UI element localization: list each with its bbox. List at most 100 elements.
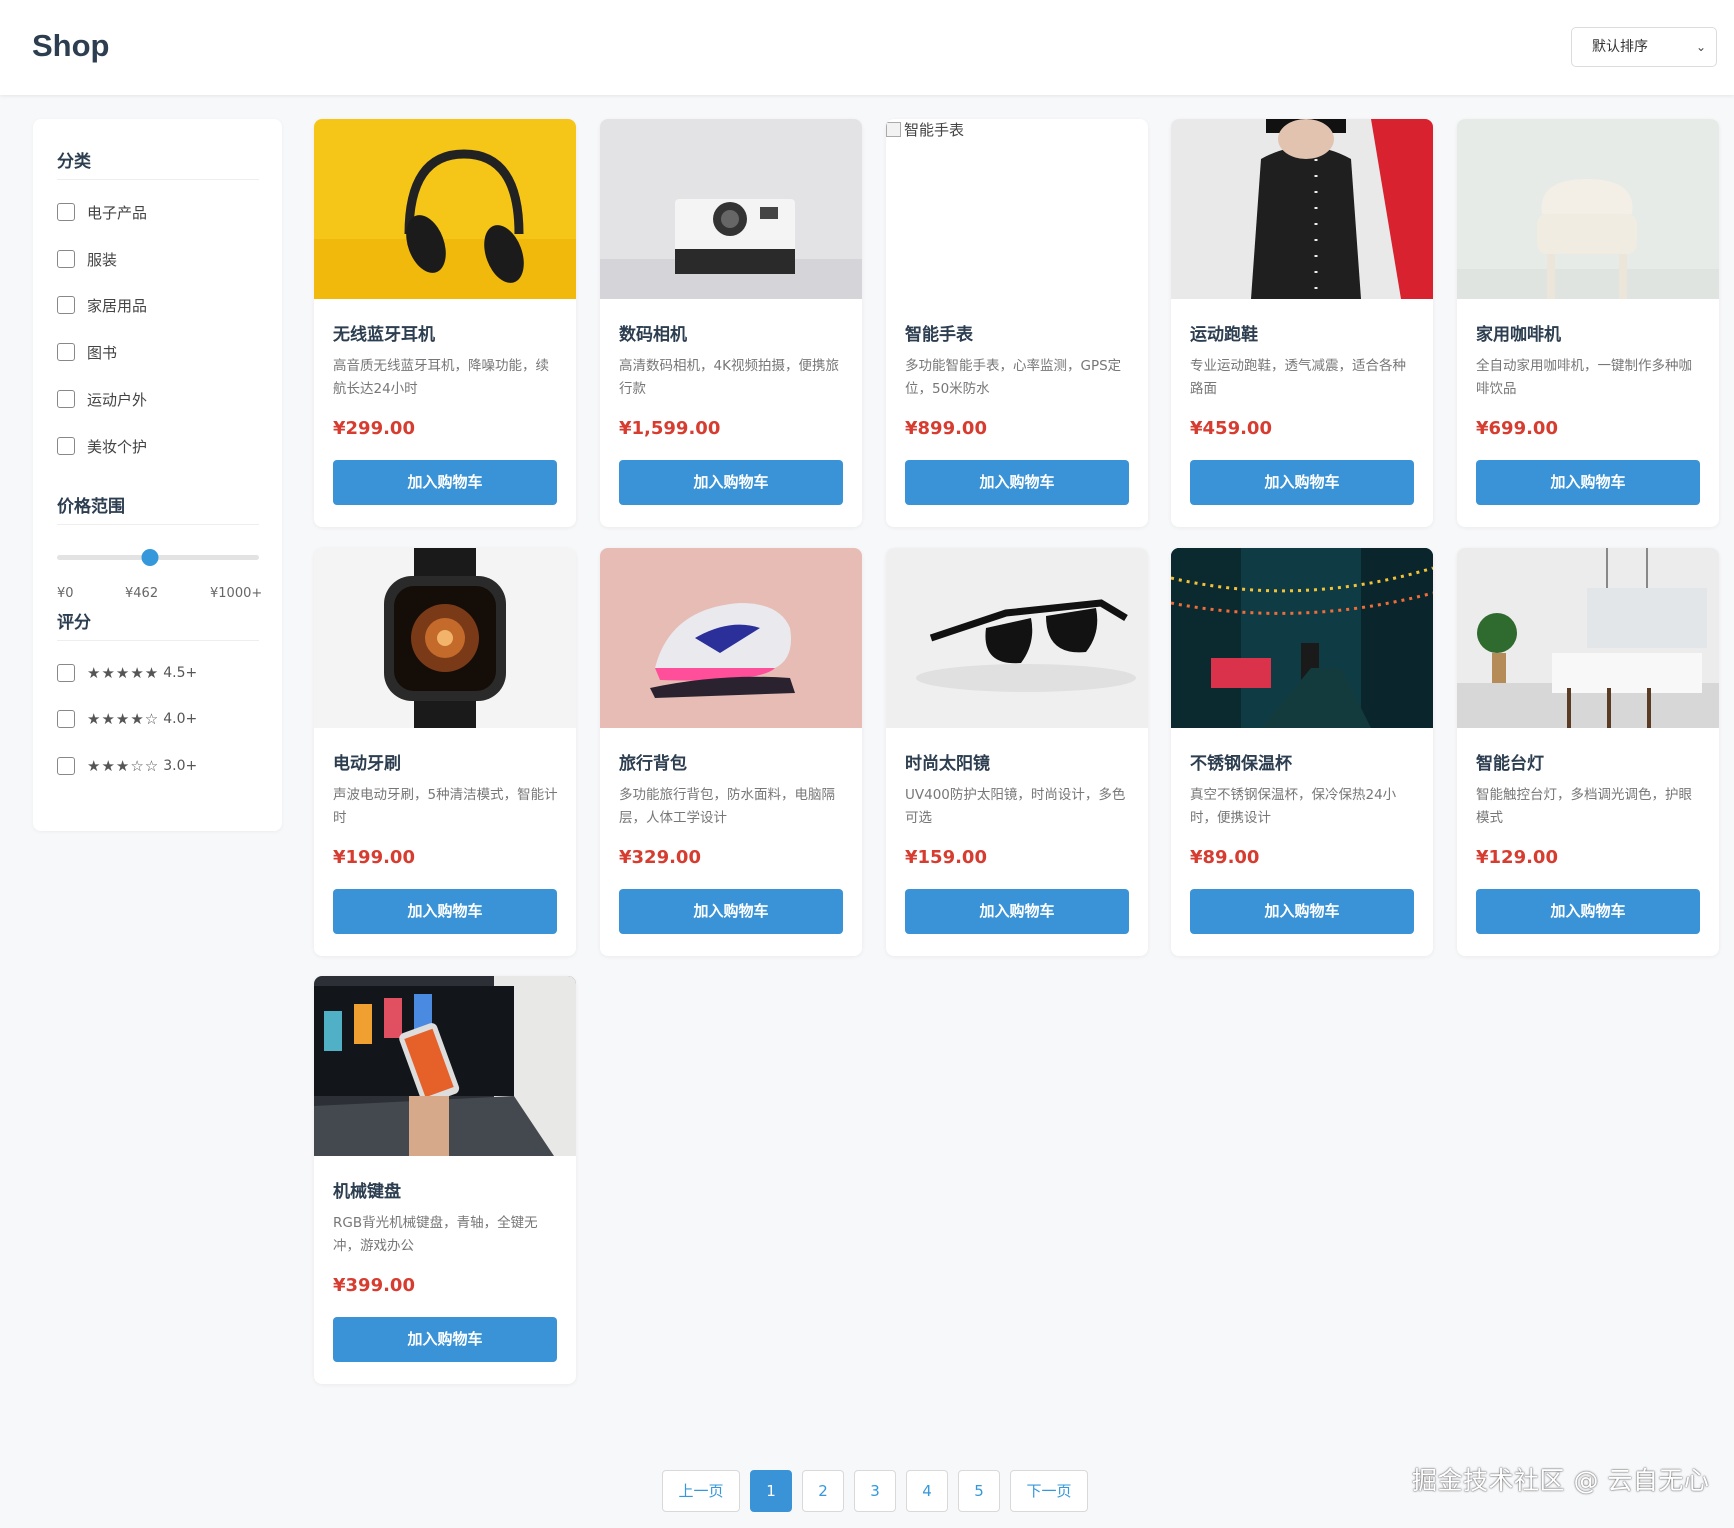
price-slider[interactable] xyxy=(57,549,259,566)
product-name[interactable]: 时尚太阳镜 xyxy=(905,749,990,774)
add-to-cart-button[interactable]: 加入购物车 xyxy=(1476,889,1700,934)
kitchen-photo xyxy=(1457,548,1719,728)
price-min-label: ¥0 xyxy=(57,586,74,601)
product-image[interactable] xyxy=(1171,119,1433,299)
page-button-5[interactable]: 5 xyxy=(958,1470,1000,1512)
product-card[interactable]: 智能手表 智能手表 多功能智能手表，心率监测，GPS定位，50米防水 ¥899.00 加… xyxy=(886,119,1148,527)
add-to-cart-button[interactable]: 加入购物车 xyxy=(905,460,1129,505)
product-name[interactable]: 运动跑鞋 xyxy=(1190,320,1258,345)
product-card[interactable]: 运动跑鞋 专业运动跑鞋，透气减震，适合各种路面 ¥459.00 加入购物车 xyxy=(1171,119,1433,527)
divider xyxy=(57,179,259,180)
product-card[interactable]: 时尚太阳镜 UV400防护太阳镜，时尚设计，多色可选 ¥159.00 加入购物车 xyxy=(886,548,1148,956)
rating-title: 评分 xyxy=(57,613,91,633)
price-range-title: 价格范围 xyxy=(57,497,125,517)
chevron-down-icon: ⌄ xyxy=(1695,40,1706,54)
category-item[interactable]: 家居用品 xyxy=(57,294,147,316)
product-card[interactable]: 智能台灯 智能触控台灯，多档调光调色，护眼模式 ¥129.00 加入购物车 xyxy=(1457,548,1719,956)
rating-item[interactable]: ★★★☆☆ 3.0+ xyxy=(57,755,197,777)
category-checkbox[interactable] xyxy=(57,203,75,221)
product-image[interactable] xyxy=(314,548,576,728)
product-card[interactable]: 家用咖啡机 全自动家用咖啡机，一键制作多种咖啡饮品 ¥699.00 加入购物车 xyxy=(1457,119,1719,527)
image-alt-text: 智能手表 xyxy=(904,121,965,139)
product-name[interactable]: 智能台灯 xyxy=(1476,749,1544,774)
star-icons: ★★★★★ xyxy=(87,664,160,682)
page-button-4[interactable]: 4 xyxy=(906,1470,948,1512)
category-item[interactable]: 服装 xyxy=(57,248,117,270)
category-item[interactable]: 电子产品 xyxy=(57,201,147,223)
product-name[interactable]: 数码相机 xyxy=(619,320,687,345)
add-to-cart-button[interactable]: 加入购物车 xyxy=(333,460,557,505)
rating-checkbox[interactable] xyxy=(57,757,75,775)
product-price: ¥89.00 xyxy=(1190,847,1260,868)
product-name[interactable]: 家用咖啡机 xyxy=(1476,320,1561,345)
product-image[interactable] xyxy=(314,119,576,299)
price-slider-thumb[interactable] xyxy=(141,549,159,566)
top-header: Shop 默认排序 ⌄ xyxy=(0,0,1734,95)
add-to-cart-button[interactable]: 加入购物车 xyxy=(333,1317,557,1362)
category-checkbox[interactable] xyxy=(57,343,75,361)
rating-item[interactable]: ★★★★☆ 4.0+ xyxy=(57,708,197,730)
shop-logo[interactable]: Shop xyxy=(32,28,110,64)
product-description: 高音质无线蓝牙耳机，降噪功能，续航长达24小时 xyxy=(333,358,549,397)
category-checkbox[interactable] xyxy=(57,296,75,314)
category-title: 分类 xyxy=(57,152,91,172)
category-checkbox[interactable] xyxy=(57,250,75,268)
product-name[interactable]: 机械键盘 xyxy=(333,1177,401,1202)
add-to-cart-button[interactable]: 加入购物车 xyxy=(1190,460,1414,505)
product-image[interactable]: 智能手表 xyxy=(886,119,1148,299)
category-checkbox[interactable] xyxy=(57,437,75,455)
add-to-cart-button[interactable]: 加入购物车 xyxy=(619,460,843,505)
rating-item[interactable]: ★★★★★ 4.5+ xyxy=(57,662,197,684)
product-image[interactable] xyxy=(1171,548,1433,728)
page-button-2[interactable]: 2 xyxy=(802,1470,844,1512)
product-description: 全自动家用咖啡机，一键制作多种咖啡饮品 xyxy=(1476,358,1692,397)
product-card[interactable]: 数码相机 高清数码相机，4K视频拍摄，便携旅行款 ¥1,599.00 加入购物车 xyxy=(600,119,862,527)
product-description: RGB背光机械键盘，青轴，全键无冲，游戏办公 xyxy=(333,1215,538,1254)
product-description: 真空不锈钢保温杯，保冷保热24小时，便携设计 xyxy=(1190,787,1397,826)
product-image[interactable] xyxy=(1457,119,1719,299)
category-item[interactable]: 运动户外 xyxy=(57,388,147,410)
category-label: 美妆个护 xyxy=(87,437,148,456)
product-card[interactable]: 机械键盘 RGB背光机械键盘，青轴，全键无冲，游戏办公 ¥399.00 加入购物车 xyxy=(314,976,576,1384)
product-name[interactable]: 不锈钢保温杯 xyxy=(1190,749,1292,774)
product-card[interactable]: 无线蓝牙耳机 高音质无线蓝牙耳机，降噪功能，续航长达24小时 ¥299.00 加入购物… xyxy=(314,119,576,527)
product-name[interactable]: 无线蓝牙耳机 xyxy=(333,320,435,345)
add-to-cart-button[interactable]: 加入购物车 xyxy=(619,889,843,934)
product-name[interactable]: 旅行背包 xyxy=(619,749,687,774)
product-name[interactable]: 电动牙刷 xyxy=(333,749,401,774)
category-item[interactable]: 图书 xyxy=(57,341,117,363)
prev-page-button[interactable]: 上一页 xyxy=(662,1470,740,1512)
page-button-1[interactable]: 1 xyxy=(750,1470,792,1512)
watch-photo xyxy=(314,548,576,728)
next-page-button[interactable]: 下一页 xyxy=(1010,1470,1088,1512)
product-price: ¥459.00 xyxy=(1190,418,1272,439)
product-card[interactable]: 旅行背包 多功能旅行背包，防水面料，电脑隔层，人体工学设计 ¥329.00 加入购物车 xyxy=(600,548,862,956)
category-checkbox[interactable] xyxy=(57,390,75,408)
rating-checkbox[interactable] xyxy=(57,664,75,682)
product-image[interactable] xyxy=(600,548,862,728)
product-name[interactable]: 智能手表 xyxy=(905,320,973,345)
product-image[interactable] xyxy=(886,548,1148,728)
product-price: ¥199.00 xyxy=(333,847,415,868)
category-label: 服装 xyxy=(87,250,118,269)
page-button-3[interactable]: 3 xyxy=(854,1470,896,1512)
sort-select[interactable]: 默认排序 ⌄ xyxy=(1571,27,1717,67)
price-max-label: ¥1000+ xyxy=(210,586,263,601)
rating-label: 4.0+ xyxy=(163,711,198,727)
product-image[interactable] xyxy=(600,119,862,299)
product-description: 多功能智能手表，心率监测，GPS定位，50米防水 xyxy=(905,358,1122,397)
add-to-cart-button[interactable]: 加入购物车 xyxy=(1476,460,1700,505)
add-to-cart-button[interactable]: 加入购物车 xyxy=(333,889,557,934)
product-image[interactable] xyxy=(314,976,576,1156)
rating-checkbox[interactable] xyxy=(57,710,75,728)
product-card[interactable]: 不锈钢保温杯真空不锈钢保温杯，保冷保热24小时，便携设计 ¥89.00 加入购物车 xyxy=(1171,548,1433,956)
add-to-cart-button[interactable]: 加入购物车 xyxy=(1190,889,1414,934)
category-label: 运动户外 xyxy=(87,390,148,409)
add-to-cart-button[interactable]: 加入购物车 xyxy=(905,889,1129,934)
product-image[interactable] xyxy=(1457,548,1719,728)
category-label: 图书 xyxy=(87,343,118,362)
category-item[interactable]: 美妆个护 xyxy=(57,435,147,457)
watermark: 掘金技术社区 @ 云自无心 xyxy=(1412,1466,1710,1495)
product-price: ¥1,599.00 xyxy=(619,418,721,439)
product-card[interactable]: 电动牙刷 声波电动牙刷，5种清洁模式，智能计时 ¥199.00 加入购物车 xyxy=(314,548,576,956)
